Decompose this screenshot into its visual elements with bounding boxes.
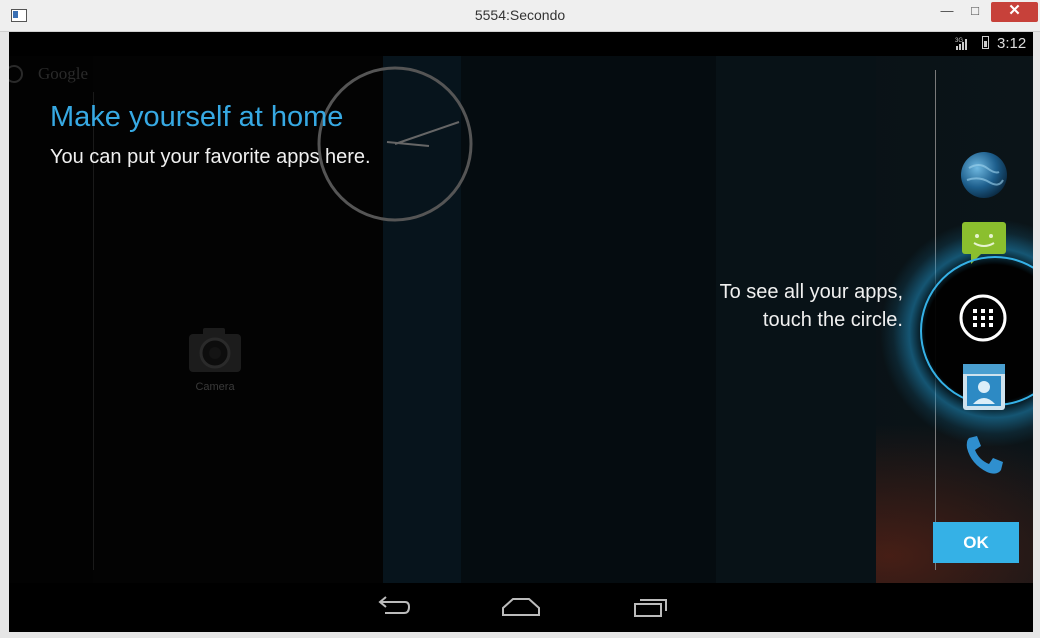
ok-button[interactable]: OK [933, 522, 1019, 563]
cling-heading: Make yourself at home [50, 101, 344, 133]
camera-label: Camera [195, 381, 235, 393]
window-title: 5554:Secondo [474, 7, 566, 23]
battery-icon [982, 36, 989, 49]
google-search-widget[interactable]: Google [38, 64, 88, 84]
recent-apps-icon[interactable] [631, 593, 671, 621]
analog-clock-widget[interactable] [317, 66, 473, 222]
back-icon[interactable] [371, 593, 411, 621]
phone-icon[interactable] [961, 432, 1007, 478]
browser-icon[interactable] [959, 150, 1009, 200]
contacts-icon[interactable] [961, 362, 1007, 412]
camera-icon [189, 328, 241, 372]
signal-3g-icon: 3G [955, 38, 967, 50]
window-frame-bottom [0, 632, 1040, 638]
wallpaper-band [461, 56, 716, 583]
camera-shortcut[interactable]: Camera [179, 324, 251, 393]
status-time: 3:12 [997, 35, 1027, 52]
navigation-bar [9, 583, 1033, 632]
maximize-button[interactable]: □ [968, 2, 982, 22]
minimize-button[interactable]: — [940, 2, 954, 22]
status-bar: 3G 3:12 [9, 32, 1033, 56]
cling-subheading: You can put your favorite apps here. [50, 146, 371, 168]
all-apps-hint: To see all your apps, touch the circle. [719, 281, 903, 331]
close-button[interactable]: ✕ [991, 2, 1038, 22]
all-apps-icon[interactable] [958, 293, 1008, 343]
window-titlebar: 5554:Secondo — □ ✕ [0, 0, 1040, 32]
emulator-screen: 3G 3:12 Google Camera Make yourself at h… [9, 32, 1033, 632]
home-icon[interactable] [501, 593, 541, 621]
